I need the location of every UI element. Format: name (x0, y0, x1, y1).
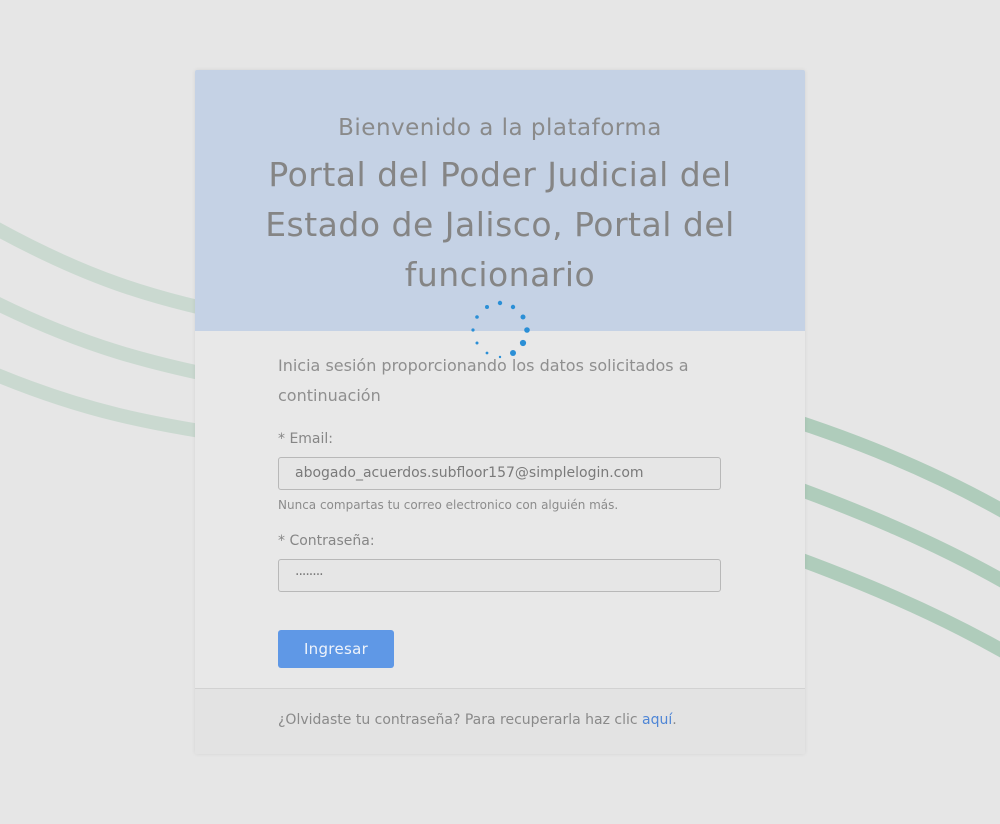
forgot-password-text: ¿Olvidaste tu contraseña? Para recuperar… (278, 712, 677, 728)
password-field[interactable]: ········ (278, 559, 721, 592)
card-footer: ¿Olvidaste tu contraseña? Para recuperar… (195, 688, 805, 754)
password-label: * Contraseña: (278, 533, 375, 549)
email-hint: Nunca compartas tu correo electronico co… (278, 498, 619, 512)
forgot-password-link[interactable]: aquí (642, 712, 672, 728)
login-card: Bienvenido a la plataforma Portal del Po… (195, 70, 805, 754)
login-form: Inicia sesión proporcionando los datos s… (195, 331, 805, 688)
welcome-text: Bienvenido a la plataforma (338, 115, 662, 141)
email-field[interactable]: abogado_acuerdos.subfloor157@simplelogin… (278, 457, 721, 490)
forgot-password-end: . (672, 712, 677, 728)
portal-title: Portal del Poder Judicial del Estado de … (265, 155, 735, 294)
login-button[interactable]: Ingresar (278, 630, 394, 668)
loading-spinner-icon (471, 300, 530, 359)
forgot-password-prompt: ¿Olvidaste tu contraseña? Para recuperar… (278, 712, 643, 728)
email-label: * Email: (278, 431, 334, 447)
form-intro: Inicia sesión proporcionando los datos s… (278, 356, 689, 405)
card-header: Bienvenido a la plataforma Portal del Po… (195, 70, 805, 331)
